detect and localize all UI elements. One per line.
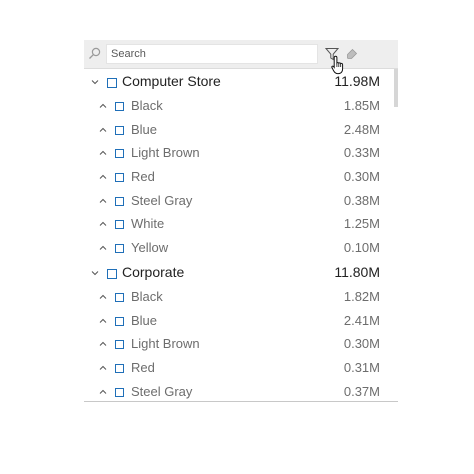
item-checkbox[interactable]: [115, 387, 124, 397]
item-value: 0.38M: [343, 192, 380, 208]
group-row-computer-store[interactable]: Computer Store 11.98M: [84, 69, 394, 94]
list-item[interactable]: Blue 2.41M: [84, 309, 394, 333]
item-checkbox[interactable]: [115, 340, 124, 350]
chevron-up-icon[interactable]: [98, 174, 108, 180]
chevron-up-icon[interactable]: [98, 318, 108, 324]
item-value: 0.30M: [343, 336, 380, 352]
item-value: 0.31M: [343, 359, 380, 375]
item-label: Blue: [131, 121, 158, 137]
item-label: Light Brown: [131, 145, 200, 161]
group-checkbox[interactable]: [107, 268, 117, 279]
group-checkbox[interactable]: [107, 78, 117, 88]
item-checkbox[interactable]: [115, 244, 124, 254]
chevron-down-icon[interactable]: [90, 79, 100, 85]
item-value: 2.41M: [343, 312, 380, 328]
chevron-up-icon[interactable]: [98, 389, 108, 395]
chevron-up-icon[interactable]: [98, 103, 108, 109]
list-item[interactable]: Light Brown 0.33M: [84, 141, 394, 165]
chevron-up-icon[interactable]: [98, 341, 108, 347]
item-label: Steel Gray: [131, 192, 193, 208]
item-checkbox[interactable]: [115, 149, 124, 159]
item-checkbox[interactable]: [115, 196, 124, 206]
chevron-up-icon[interactable]: [98, 365, 108, 371]
item-label: Red: [131, 169, 155, 185]
item-label: Yellow: [131, 240, 169, 256]
item-checkbox[interactable]: [115, 125, 124, 135]
chevron-up-icon[interactable]: [98, 127, 108, 133]
list-item[interactable]: Light Brown 0.30M: [84, 332, 394, 356]
scrollbar-thumb[interactable]: [394, 69, 398, 107]
list-item[interactable]: Steel Gray 0.38M: [84, 189, 394, 213]
list-item[interactable]: Red 0.31M: [84, 356, 394, 380]
chevron-up-icon[interactable]: [98, 294, 108, 300]
item-label: Black: [131, 288, 163, 304]
eraser-icon[interactable]: [346, 48, 358, 60]
item-value: 0.37M: [343, 383, 380, 399]
item-checkbox[interactable]: [115, 292, 124, 302]
list-item[interactable]: White 1.25M: [84, 212, 394, 236]
group-row-corporate[interactable]: Corporate 11.80M: [84, 260, 394, 285]
chevron-up-icon[interactable]: [98, 150, 108, 156]
item-checkbox[interactable]: [115, 220, 124, 230]
chevron-up-icon[interactable]: [98, 221, 108, 227]
search-bar: [84, 40, 398, 75]
group-value: 11.80M: [334, 263, 380, 280]
list-item[interactable]: Steel Gray 0.37M: [84, 380, 394, 401]
chevron-down-icon[interactable]: [90, 270, 100, 276]
item-checkbox[interactable]: [115, 173, 124, 183]
slicer-panel: Computer Store 11.98M Black 1.85M Blue 2…: [84, 40, 398, 402]
search-icon: [89, 47, 101, 59]
list-item[interactable]: Yellow 0.10M: [84, 236, 394, 260]
chevron-up-icon[interactable]: [98, 245, 108, 251]
list-item[interactable]: Blue 2.48M: [84, 118, 394, 142]
item-checkbox[interactable]: [115, 316, 124, 326]
item-label: Blue: [131, 312, 158, 328]
slicer-list: Computer Store 11.98M Black 1.85M Blue 2…: [84, 69, 394, 401]
item-value: 0.33M: [343, 145, 380, 161]
item-label: White: [131, 216, 165, 232]
search-input[interactable]: [106, 44, 318, 64]
item-value: 2.48M: [343, 121, 380, 137]
item-value: 1.82M: [343, 288, 380, 304]
item-checkbox[interactable]: [115, 363, 124, 373]
item-value: 0.30M: [343, 169, 380, 185]
item-label: Black: [131, 98, 163, 113]
item-checkbox[interactable]: [115, 102, 124, 111]
list-item[interactable]: Red 0.30M: [84, 165, 394, 189]
item-label: Steel Gray: [131, 383, 193, 399]
item-value: 1.85M: [343, 98, 380, 113]
item-label: Red: [131, 359, 155, 375]
list-item[interactable]: Black 1.85M: [84, 94, 394, 118]
group-label: Computer Store: [122, 73, 221, 89]
list-item[interactable]: Black 1.82M: [84, 285, 394, 309]
group-value: 11.98M: [334, 73, 380, 89]
chevron-up-icon[interactable]: [98, 198, 108, 204]
group-label: Corporate: [122, 263, 185, 280]
item-label: Light Brown: [131, 336, 200, 352]
item-value: 1.25M: [343, 216, 380, 232]
item-value: 0.10M: [343, 240, 380, 256]
